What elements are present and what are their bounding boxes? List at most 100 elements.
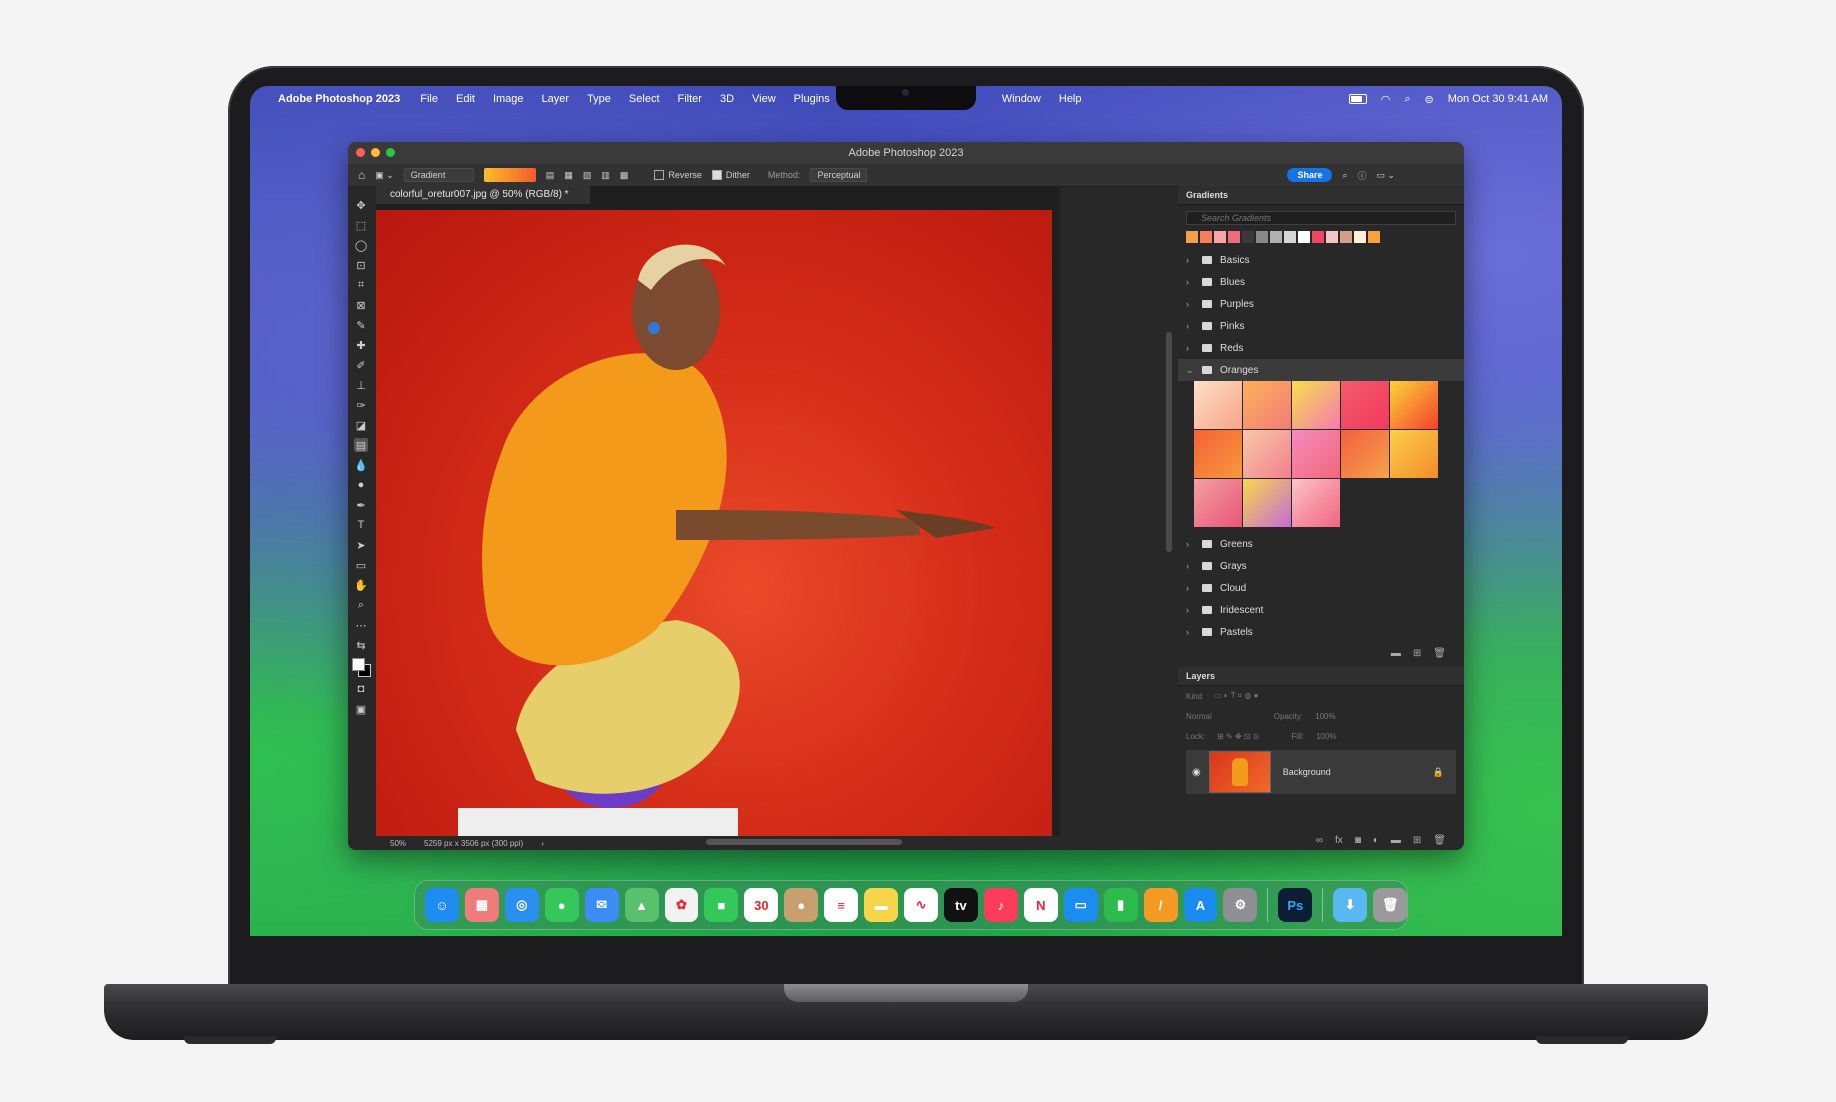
- gradient-swatch[interactable]: [1341, 430, 1389, 478]
- dock-music-icon[interactable]: ♪: [983, 888, 1018, 922]
- dock-calendar-icon[interactable]: 30: [744, 888, 779, 922]
- menu-filter[interactable]: Filter: [678, 93, 702, 105]
- gradient-folder-pastels[interactable]: › Pastels: [1178, 621, 1464, 643]
- gradient-folder-purples[interactable]: › Purples: [1178, 293, 1464, 315]
- recent-gradient-swatch[interactable]: [1340, 231, 1352, 243]
- hand-tool-icon[interactable]: ✋: [354, 578, 368, 592]
- link-layers-icon[interactable]: ∞: [1316, 835, 1323, 846]
- minimize-button[interactable]: [371, 148, 380, 157]
- frame-tool-icon[interactable]: ⊠: [354, 298, 368, 312]
- move-tool-icon[interactable]: ✥: [354, 198, 368, 212]
- recent-gradient-swatch[interactable]: [1200, 231, 1212, 243]
- dock-photos-icon[interactable]: ✿: [664, 888, 699, 922]
- new-group-icon[interactable]: ▬: [1391, 835, 1401, 846]
- dock-mail-icon[interactable]: ✉: [584, 888, 619, 922]
- horizontal-scrollbar[interactable]: [706, 839, 902, 845]
- filter-kind-dropdown[interactable]: Kind: [1186, 692, 1202, 701]
- dither-checkbox[interactable]: Dither: [711, 170, 750, 181]
- dock-facetime-icon[interactable]: ■: [704, 888, 739, 922]
- lasso-tool-icon[interactable]: ◯: [354, 238, 368, 252]
- dock-system-settings-icon[interactable]: ⚙: [1223, 888, 1258, 922]
- help-icon[interactable]: ⓘ: [1358, 169, 1367, 182]
- recent-gradient-swatch[interactable]: [1214, 231, 1226, 243]
- diamond-gradient-icon[interactable]: ▩: [620, 170, 629, 181]
- recent-gradient-swatch[interactable]: [1326, 231, 1338, 243]
- share-button[interactable]: Share: [1287, 168, 1333, 182]
- recent-gradient-swatch[interactable]: [1298, 231, 1310, 243]
- gradient-swatch[interactable]: [1390, 430, 1438, 478]
- control-center-icon[interactable]: ⊜: [1425, 93, 1434, 106]
- document-tab[interactable]: colorful_oretur007.jpg @ 50% (RGB/8) *: [376, 186, 590, 204]
- dock-keynote-icon[interactable]: ▭: [1063, 888, 1098, 922]
- method-dropdown[interactable]: Perceptual: [810, 168, 868, 182]
- dock-freeform-icon[interactable]: ∿: [904, 888, 938, 922]
- new-group-icon[interactable]: ▬: [1391, 648, 1401, 659]
- gradients-search-input[interactable]: Search Gradients: [1186, 211, 1456, 225]
- menu-app-name[interactable]: Adobe Photoshop 2023: [278, 93, 400, 105]
- menu-file[interactable]: File: [420, 93, 438, 105]
- gradient-swatch[interactable]: [1243, 430, 1291, 478]
- pen-tool-icon[interactable]: ✒: [354, 498, 368, 512]
- menu-image[interactable]: Image: [493, 93, 524, 105]
- brush-tool-icon[interactable]: ✐: [354, 358, 368, 372]
- layer-style-icon[interactable]: fx: [1335, 835, 1343, 846]
- menu-layer[interactable]: Layer: [542, 93, 570, 105]
- zoom-button[interactable]: [386, 148, 395, 157]
- reverse-checkbox[interactable]: Reverse: [654, 170, 702, 181]
- gradient-folder-grays[interactable]: › Grays: [1178, 555, 1464, 577]
- gradient-swatch[interactable]: [1194, 479, 1242, 527]
- dock-contacts-icon[interactable]: ●: [784, 888, 819, 922]
- visibility-eye-icon[interactable]: ◉: [1192, 767, 1201, 778]
- spotlight-search-icon[interactable]: ⌕: [1404, 93, 1410, 106]
- gradient-folder-iridescent[interactable]: › Iridescent: [1178, 599, 1464, 621]
- reflected-gradient-icon[interactable]: ▥: [601, 170, 610, 181]
- recent-gradient-swatch[interactable]: [1368, 231, 1380, 243]
- gradient-tool-icon[interactable]: ▤: [354, 438, 368, 452]
- dock-app-store-icon[interactable]: A: [1183, 888, 1218, 922]
- gradient-swatch[interactable]: [1243, 381, 1291, 429]
- gradient-folder-basics[interactable]: › Basics: [1178, 249, 1464, 271]
- dock-launchpad-icon[interactable]: ▦: [464, 888, 499, 922]
- gradient-swatch[interactable]: [1292, 430, 1340, 478]
- dock-safari-icon[interactable]: ◎: [504, 888, 539, 922]
- recent-gradient-swatch[interactable]: [1270, 231, 1282, 243]
- new-layer-icon[interactable]: ⊞: [1413, 835, 1421, 846]
- dock-photoshop-icon[interactable]: Ps: [1278, 888, 1313, 922]
- layer-background[interactable]: ◉ Background 🔒: [1186, 750, 1456, 794]
- blend-mode-dropdown[interactable]: Normal: [1186, 712, 1212, 721]
- foreground-background-color-icon[interactable]: [352, 658, 371, 677]
- search-icon[interactable]: ⌕: [1342, 170, 1347, 181]
- image-canvas[interactable]: [376, 210, 1052, 840]
- gradients-panel-title[interactable]: Gradients: [1178, 186, 1464, 205]
- dock-finder-icon[interactable]: ☺: [425, 888, 459, 922]
- adjustment-layer-icon[interactable]: ◐: [1373, 835, 1379, 846]
- zoom-level[interactable]: 50%: [390, 839, 406, 848]
- gradient-swatch[interactable]: [483, 168, 536, 182]
- eraser-tool-icon[interactable]: ◪: [354, 418, 368, 432]
- gradient-folder-pinks[interactable]: › Pinks: [1178, 315, 1464, 337]
- dock-maps-icon[interactable]: ▲: [624, 888, 659, 922]
- dock-pages-icon[interactable]: /: [1143, 888, 1178, 922]
- dock-news-icon[interactable]: N: [1023, 888, 1058, 922]
- fill-value[interactable]: 100%: [1316, 732, 1336, 741]
- dock-trash-icon[interactable]: 🗑: [1373, 888, 1408, 922]
- filter-icons[interactable]: ▭ ◐ T ⌗ ◍ ●: [1214, 691, 1258, 701]
- gradient-swatch[interactable]: [1194, 381, 1242, 429]
- new-gradient-icon[interactable]: ⊞: [1413, 648, 1421, 659]
- home-icon[interactable]: ⌂: [358, 168, 365, 182]
- type-tool-icon[interactable]: T: [354, 518, 368, 532]
- opacity-value[interactable]: 100%: [1315, 712, 1335, 721]
- clone-stamp-tool-icon[interactable]: ⊥: [354, 378, 368, 392]
- delete-layer-icon[interactable]: 🗑: [1433, 835, 1446, 846]
- more-tools-icon[interactable]: ⋯: [354, 618, 368, 632]
- dock-notes-icon[interactable]: ▬: [864, 888, 899, 922]
- menu-clock[interactable]: Mon Oct 30 9:41 AM: [1448, 93, 1548, 105]
- dodge-tool-icon[interactable]: ●: [354, 478, 368, 492]
- recent-gradient-swatch[interactable]: [1354, 231, 1366, 243]
- dock-messages-icon[interactable]: ●: [544, 888, 579, 922]
- gradient-folder-cloud[interactable]: › Cloud: [1178, 577, 1464, 599]
- blur-tool-icon[interactable]: 💧: [354, 458, 368, 472]
- battery-icon[interactable]: [1348, 94, 1367, 104]
- gradient-folder-oranges[interactable]: ⌄ Oranges: [1178, 359, 1464, 381]
- screen-mode-icon[interactable]: ▣: [354, 702, 368, 716]
